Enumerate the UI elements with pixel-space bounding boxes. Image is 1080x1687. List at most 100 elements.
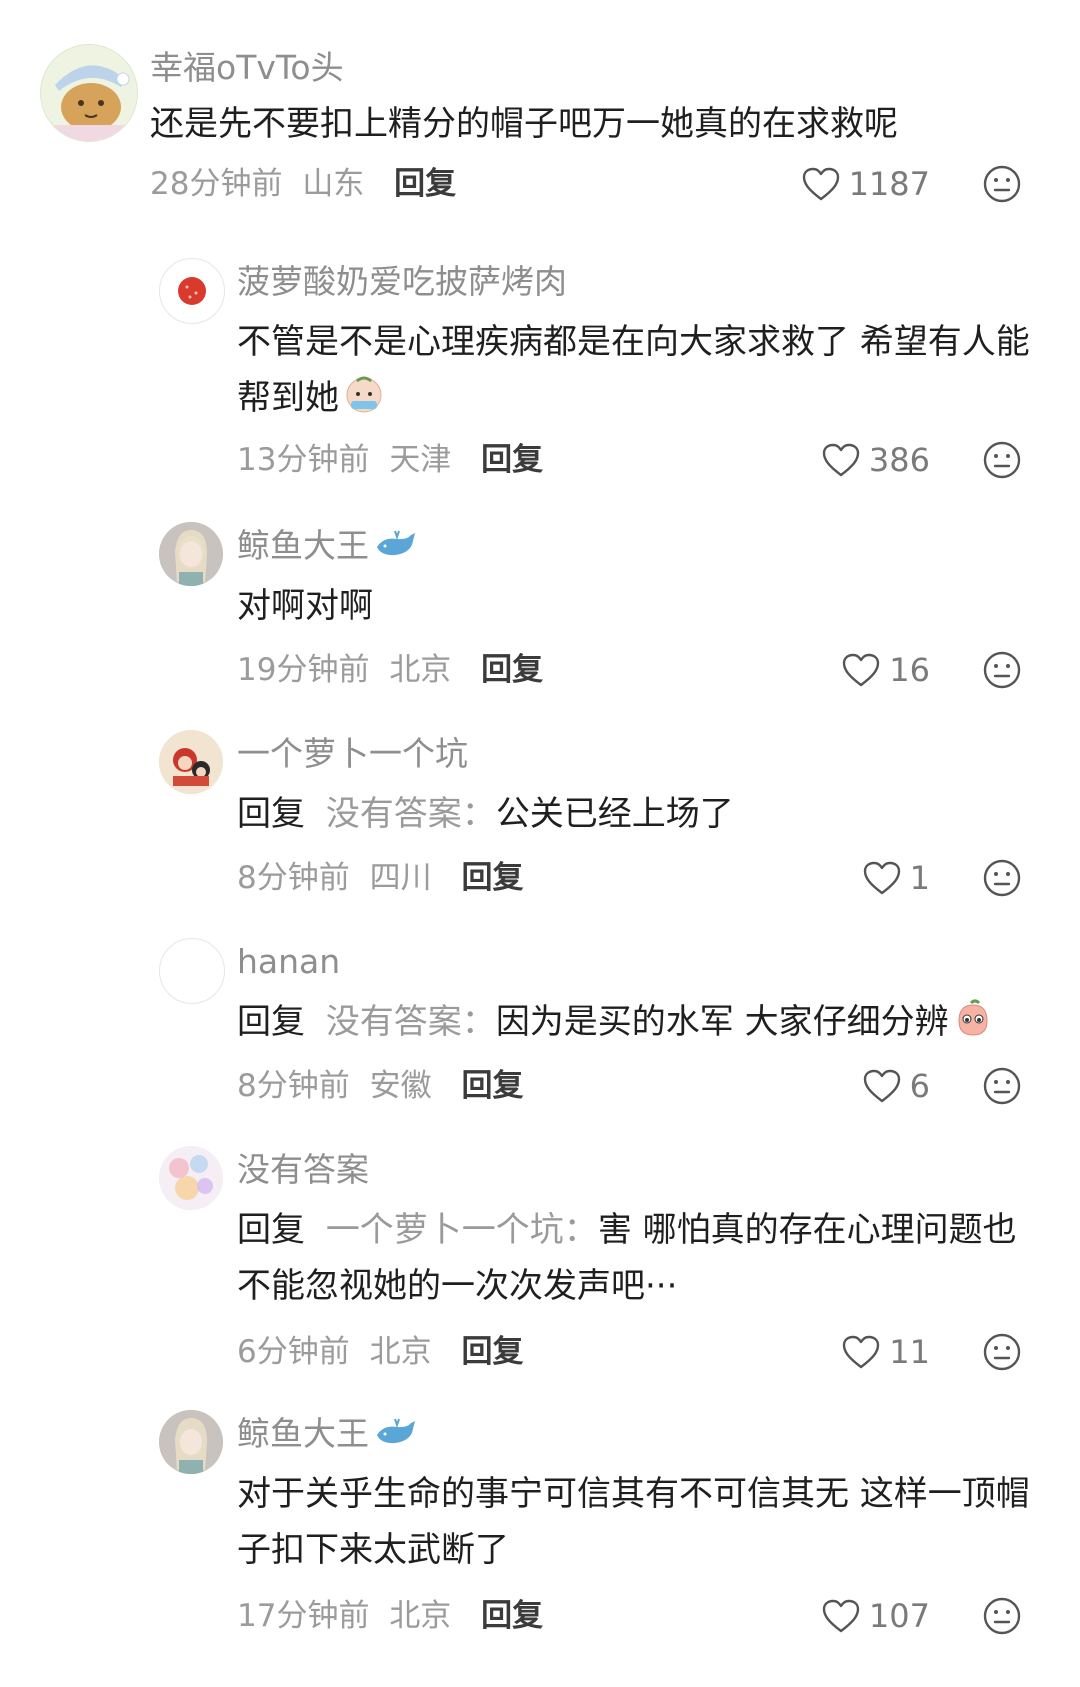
reply-prefix: 回复 — [237, 794, 305, 834]
reply-target-user[interactable]: 没有答案： — [326, 794, 496, 834]
comment-item: 幸福oTvTo头 还是先不要扣上精分的帽子吧万一她真的在求救呢 28分钟前 山东… — [0, 44, 1080, 224]
timestamp: 17分钟前 — [237, 1598, 370, 1634]
heart-icon — [821, 1598, 861, 1634]
reply-button[interactable]: 回复 — [461, 860, 523, 896]
heart-icon — [821, 442, 861, 478]
like-count: 11 — [889, 1333, 930, 1371]
comment-text: 回复 没有答案：公关已经上场了 — [237, 794, 734, 834]
comment-meta: 13分钟前 天津 回复 — [237, 440, 543, 480]
reply-button[interactable]: 回复 — [461, 1068, 523, 1104]
location: 北京 — [389, 652, 452, 688]
like-button[interactable]: 1187 — [801, 162, 930, 206]
location: 安徽 — [369, 1068, 432, 1104]
dislike-button[interactable] — [982, 858, 1022, 898]
like-count: 107 — [868, 1597, 930, 1635]
comment-meta: 8分钟前 四川 回复 — [237, 858, 523, 898]
avatar[interactable] — [159, 730, 223, 794]
reply-prefix: 回复 — [237, 1210, 305, 1250]
dislike-button[interactable] — [982, 1066, 1022, 1106]
heart-icon — [801, 166, 841, 202]
like-button[interactable]: 11 — [841, 1330, 930, 1374]
comment-text: 回复 一个萝卜一个坑：害 哪怕真的存在心理问题也不能忽视她的一次次发声吧··· — [237, 1210, 1017, 1306]
timestamp: 28分钟前 — [150, 166, 283, 202]
neutral-face-icon — [982, 1066, 1022, 1106]
username[interactable]: 鲸鱼大王 — [237, 526, 417, 566]
reply-button[interactable]: 回复 — [481, 1598, 543, 1634]
whale-icon — [373, 527, 417, 563]
dislike-button[interactable] — [982, 650, 1022, 690]
neutral-face-icon — [982, 1332, 1022, 1372]
comment-meta: 17分钟前 北京 回复 — [237, 1596, 543, 1636]
location: 四川 — [369, 860, 432, 896]
location: 北京 — [369, 1334, 432, 1370]
comment-meta: 19分钟前 北京 回复 — [237, 650, 543, 690]
heart-icon — [841, 1334, 881, 1370]
reply-target-user[interactable]: 一个萝卜一个坑： — [326, 1210, 598, 1250]
timestamp: 8分钟前 — [237, 860, 350, 896]
comment-meta: 28分钟前 山东 回复 — [150, 164, 456, 204]
location: 北京 — [389, 1598, 452, 1634]
neutral-face-icon — [982, 164, 1022, 204]
avatar[interactable] — [159, 1146, 223, 1210]
username[interactable]: 菠萝酸奶爱吃披萨烤肉 — [237, 262, 567, 302]
comment-text: 不管是不是心理疾病都是在向大家求救了 希望有人能帮到她 — [237, 322, 1030, 418]
timestamp: 19分钟前 — [237, 652, 370, 688]
reply-item: 鲸鱼大王 对于关乎生命的事宁可信其有不可信其无 这样一顶帽子扣下来太武断了 17… — [0, 1410, 1080, 1650]
comment-meta: 8分钟前 安徽 回复 — [237, 1066, 523, 1106]
whale-icon — [373, 1415, 417, 1451]
reply-prefix: 回复 — [237, 1002, 305, 1042]
dislike-button[interactable] — [982, 440, 1022, 480]
location: 山东 — [302, 166, 365, 202]
reply-button[interactable]: 回复 — [481, 442, 543, 478]
username[interactable]: 鲸鱼大王 — [237, 1414, 417, 1454]
username[interactable]: 没有答案 — [237, 1150, 369, 1190]
reply-button[interactable]: 回复 — [481, 652, 543, 688]
timestamp: 6分钟前 — [237, 1334, 350, 1370]
reply-item: 没有答案 回复 一个萝卜一个坑：害 哪怕真的存在心理问题也不能忽视她的一次次发声… — [0, 1146, 1080, 1386]
comment-text: 对啊对啊 — [237, 586, 373, 626]
neutral-face-icon — [982, 1596, 1022, 1636]
username[interactable]: hanan — [237, 942, 340, 982]
avatar[interactable] — [159, 1410, 223, 1474]
comment-text: 还是先不要扣上精分的帽子吧万一她真的在求救呢 — [150, 104, 898, 144]
avatar[interactable] — [159, 258, 225, 324]
neutral-face-icon — [982, 858, 1022, 898]
avatar[interactable] — [40, 44, 138, 142]
like-button[interactable]: 386 — [821, 438, 930, 482]
reply-button[interactable]: 回复 — [394, 166, 456, 202]
reply-item: hanan 回复 没有答案：因为是买的水军 大家仔细分辨 8分钟前 安徽 回复 … — [0, 938, 1080, 1118]
comment-text: 回复 没有答案：因为是买的水军 大家仔细分辨 — [237, 994, 1057, 1050]
peach-pleading-sticker-icon — [953, 999, 993, 1039]
heart-icon — [862, 1068, 902, 1104]
username[interactable]: 一个萝卜一个坑 — [237, 734, 468, 774]
heart-icon — [841, 652, 881, 688]
timestamp: 13分钟前 — [237, 442, 370, 478]
username[interactable]: 幸福oTvTo头 — [150, 48, 344, 88]
dislike-button[interactable] — [982, 164, 1022, 204]
avatar[interactable] — [159, 522, 223, 586]
neutral-face-icon — [982, 650, 1022, 690]
comment-text: 对于关乎生命的事宁可信其有不可信其无 这样一顶帽子扣下来太武断了 — [237, 1474, 1030, 1570]
reply-item: 鲸鱼大王 对啊对啊 19分钟前 北京 回复 16 — [0, 522, 1080, 702]
neutral-face-icon — [982, 440, 1022, 480]
reply-target-user[interactable]: 没有答案： — [326, 1002, 496, 1042]
comment-meta: 6分钟前 北京 回复 — [237, 1332, 523, 1372]
like-count: 386 — [868, 441, 930, 479]
like-button[interactable]: 16 — [841, 648, 930, 692]
reply-item: 菠萝酸奶爱吃披萨烤肉 不管是不是心理疾病都是在向大家求救了 希望有人能帮到她 1… — [0, 258, 1080, 498]
like-count: 16 — [889, 651, 930, 689]
like-button[interactable]: 107 — [821, 1594, 930, 1638]
location: 天津 — [389, 442, 452, 478]
reply-button[interactable]: 回复 — [461, 1334, 523, 1370]
dislike-button[interactable] — [982, 1332, 1022, 1372]
like-button[interactable]: 6 — [862, 1064, 930, 1108]
dislike-button[interactable] — [982, 1596, 1022, 1636]
timestamp: 8分钟前 — [237, 1068, 350, 1104]
like-count: 1 — [909, 859, 930, 897]
avatar[interactable] — [159, 938, 225, 1004]
like-button[interactable]: 1 — [862, 856, 930, 900]
like-count: 1187 — [848, 165, 930, 203]
like-count: 6 — [909, 1067, 930, 1105]
reply-item: 一个萝卜一个坑 回复 没有答案：公关已经上场了 8分钟前 四川 回复 1 — [0, 730, 1080, 910]
heart-icon — [862, 860, 902, 896]
